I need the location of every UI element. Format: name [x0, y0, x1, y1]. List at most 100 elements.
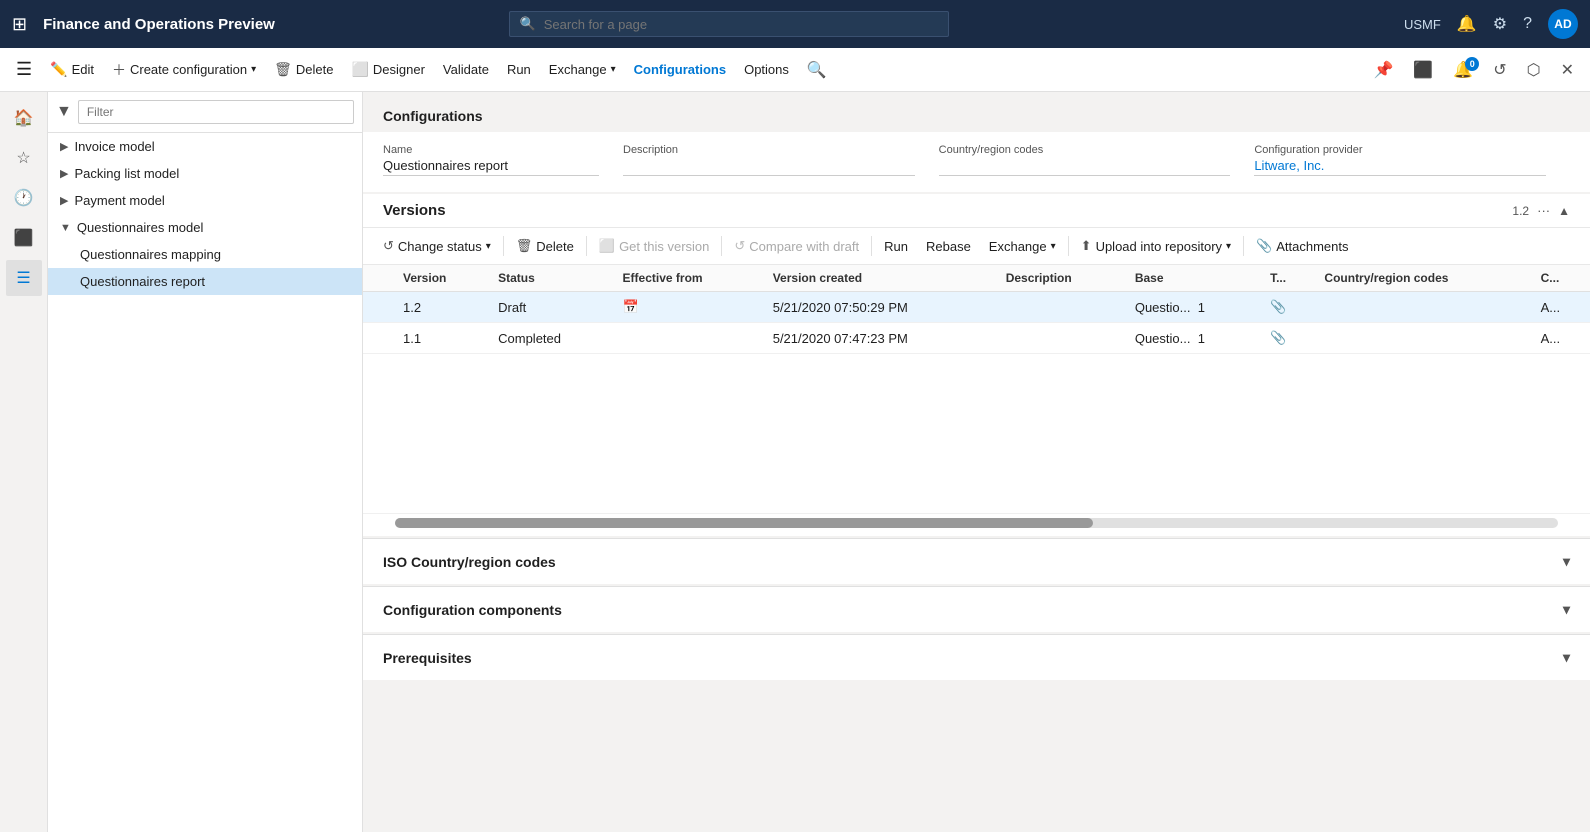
- col-country[interactable]: Country/region codes: [1314, 265, 1530, 292]
- country-value: [939, 158, 1231, 176]
- versions-title: Versions: [383, 202, 1512, 219]
- upload-icon: ⬆: [1081, 238, 1092, 254]
- tree-item-mapping[interactable]: Questionnaires mapping: [48, 241, 362, 268]
- attachments-button[interactable]: 📎 Attachments: [1248, 234, 1356, 258]
- workspace-icon[interactable]: ⬛: [6, 220, 42, 256]
- description-label: Description: [623, 144, 915, 156]
- tree-item-questionnaires[interactable]: ▼ Questionnaires model: [48, 214, 362, 241]
- vtb-rebase-button[interactable]: Rebase: [918, 235, 979, 258]
- tree-item-report[interactable]: Questionnaires report: [48, 268, 362, 295]
- vtb-exchange-button[interactable]: Exchange ▾: [981, 235, 1064, 258]
- cell-base[interactable]: Questio... 1: [1125, 292, 1260, 323]
- avatar[interactable]: AD: [1548, 9, 1578, 39]
- table-header-row: Version Status Effective from Version cr…: [363, 265, 1590, 292]
- versions-table-wrap: Version Status Effective from Version cr…: [363, 265, 1590, 514]
- tree-item-label: Packing list model: [74, 166, 179, 181]
- icon-bar: 🏠 ☆ 🕐 ⬛ ☰: [0, 92, 48, 832]
- tree-body: ▶ Invoice model ▶ Packing list model ▶ P…: [48, 133, 362, 832]
- tree-item-payment[interactable]: ▶ Payment model: [48, 187, 362, 214]
- tree-item-packing[interactable]: ▶ Packing list model: [48, 160, 362, 187]
- main-toolbar: ☰ ✏️ Edit ＋ Create configuration ▾ 🗑 Del…: [0, 48, 1590, 92]
- star-icon[interactable]: ☆: [6, 140, 42, 176]
- versions-panel: Versions 1.2 ··· ▲ ↺ Change status ▾ 🗑 D…: [363, 194, 1590, 536]
- provider-value[interactable]: Litware, Inc.: [1254, 158, 1546, 176]
- compare-with-draft-button[interactable]: ↺ Compare with draft: [726, 234, 867, 258]
- filter-input[interactable]: [78, 100, 354, 124]
- vtb-run-button[interactable]: Run: [876, 235, 916, 258]
- pinned-icon[interactable]: 📌: [1365, 55, 1401, 85]
- edit-icon: ✏️: [50, 61, 67, 78]
- content-area: Configurations Name Questionnaires repor…: [363, 92, 1590, 832]
- edit-button[interactable]: ✏️ Edit: [42, 56, 102, 83]
- vtb-delete-button[interactable]: 🗑 Delete: [508, 234, 582, 258]
- col-version[interactable]: Version: [393, 265, 488, 292]
- versions-header[interactable]: Versions 1.2 ··· ▲: [363, 194, 1590, 228]
- horizontal-scrollbar[interactable]: [395, 518, 1558, 528]
- attachment-icon: 📎: [1256, 238, 1272, 254]
- configurations-heading: Configurations: [363, 92, 1590, 132]
- vtb-sep-5: [1068, 236, 1069, 256]
- iso-country-header[interactable]: ISO Country/region codes ▾: [363, 539, 1590, 584]
- exchange-chevron-icon: ▾: [1051, 241, 1056, 252]
- tree-panel: ▼ ▶ Invoice model ▶ Packing list model ▶…: [48, 92, 363, 832]
- refresh-icon[interactable]: ↺: [1485, 55, 1514, 85]
- table-row[interactable]: 1.1 Completed 5/21/2020 07:47:23 PM Ques…: [363, 323, 1590, 354]
- versions-more-icon[interactable]: ···: [1537, 203, 1550, 218]
- provider-field: Configuration provider Litware, Inc.: [1254, 144, 1570, 176]
- delete-button[interactable]: 🗑 Delete: [266, 56, 341, 83]
- col-status[interactable]: Status: [488, 265, 612, 292]
- col-c[interactable]: C...: [1531, 265, 1590, 292]
- config-components-chevron-icon: ▾: [1563, 601, 1570, 618]
- tree-item-invoice[interactable]: ▶ Invoice model: [48, 133, 362, 160]
- run-button[interactable]: Run: [499, 57, 539, 82]
- app-title: Finance and Operations Preview: [43, 16, 275, 33]
- chevron-right-icon: ▶: [60, 167, 68, 180]
- change-status-button[interactable]: ↺ Change status ▾: [375, 234, 499, 258]
- description-value: [623, 158, 915, 176]
- tree-item-label: Questionnaires mapping: [80, 247, 221, 262]
- hamburger-icon[interactable]: ☰: [8, 54, 40, 85]
- cell-base[interactable]: Questio... 1: [1125, 323, 1260, 354]
- configurations-button[interactable]: Configurations: [626, 57, 734, 82]
- settings-icon[interactable]: ⚙: [1493, 14, 1507, 34]
- list-icon[interactable]: ☰: [6, 260, 42, 296]
- vtb-sep-4: [871, 236, 872, 256]
- cell-r: [363, 323, 393, 354]
- search-box[interactable]: 🔍: [509, 11, 949, 37]
- col-version-created[interactable]: Version created: [763, 265, 996, 292]
- notifications-icon[interactable]: 🔔 0: [1445, 55, 1481, 85]
- cell-c: A...: [1531, 323, 1590, 354]
- cell-country: [1314, 323, 1530, 354]
- designer-button[interactable]: ⬜ Designer: [343, 56, 432, 83]
- col-effective-from[interactable]: Effective from: [613, 265, 763, 292]
- name-value: Questionnaires report: [383, 158, 599, 176]
- provider-label: Configuration provider: [1254, 144, 1546, 156]
- close-icon[interactable]: ✕: [1553, 55, 1582, 85]
- search-input[interactable]: [544, 17, 938, 32]
- search-toolbar-icon[interactable]: 🔍: [799, 55, 835, 85]
- sidebar-toggle-icon[interactable]: ⬛: [1405, 55, 1441, 85]
- validate-button[interactable]: Validate: [435, 57, 497, 82]
- home-icon[interactable]: 🏠: [6, 100, 42, 136]
- create-configuration-button[interactable]: ＋ Create configuration ▾: [104, 55, 264, 85]
- popout-icon[interactable]: ⬡: [1519, 55, 1549, 85]
- username-label: USMF: [1404, 17, 1441, 32]
- col-description[interactable]: Description: [996, 265, 1125, 292]
- notification-badge: 0: [1465, 57, 1479, 71]
- options-button[interactable]: Options: [736, 57, 797, 82]
- upload-into-repository-button[interactable]: ⬆ Upload into repository ▾: [1073, 234, 1239, 258]
- bell-icon[interactable]: 🔔: [1457, 14, 1477, 34]
- cell-t: 📎: [1260, 323, 1314, 354]
- recent-icon[interactable]: 🕐: [6, 180, 42, 216]
- config-components-header[interactable]: Configuration components ▾: [363, 587, 1590, 632]
- get-this-version-button[interactable]: ⬜ Get this version: [591, 234, 718, 258]
- prerequisites-header[interactable]: Prerequisites ▾: [363, 635, 1590, 680]
- exchange-button[interactable]: Exchange ▾: [541, 57, 624, 82]
- filter-icon[interactable]: ▼: [56, 103, 72, 121]
- versions-collapse-icon[interactable]: ▲: [1558, 204, 1570, 218]
- col-t[interactable]: T...: [1260, 265, 1314, 292]
- help-icon[interactable]: ?: [1523, 15, 1532, 33]
- table-row[interactable]: 1.2 Draft 📅 5/21/2020 07:50:29 PM Questi…: [363, 292, 1590, 323]
- grid-menu-icon[interactable]: ⊞: [12, 14, 27, 35]
- col-base[interactable]: Base: [1125, 265, 1260, 292]
